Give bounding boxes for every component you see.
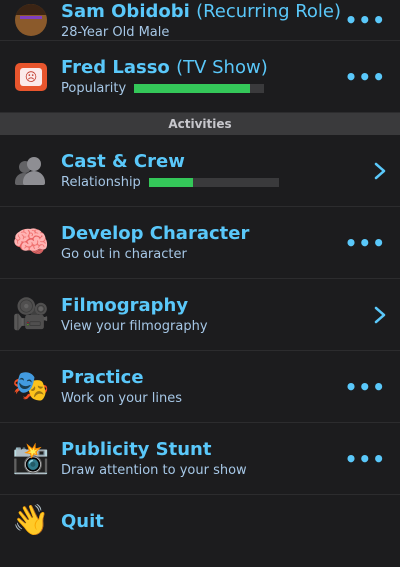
waving-hand-icon: 👋 [12, 503, 50, 538]
activity-cast-crew[interactable]: Cast & Crew Relationship [0, 135, 400, 207]
show-row[interactable]: ☹ Fred Lasso (TV Show) Popularity ••• [0, 41, 400, 113]
more-icon: ••• [344, 446, 386, 471]
silhouette-icon [12, 152, 50, 190]
more-icon: ••• [344, 8, 386, 32]
relationship-label: Relationship [61, 175, 141, 190]
character-name: Sam Obidobi [61, 0, 190, 22]
relationship-bar [148, 178, 279, 187]
more-icon: ••• [344, 374, 386, 399]
film-camera-icon: 🎥 [12, 296, 50, 332]
show-name: Fred Lasso [61, 57, 170, 78]
character-description: 28-Year Old Male [61, 24, 170, 40]
activity-filmography[interactable]: 🎥 Filmography View your filmography [0, 279, 400, 351]
popularity-bar [134, 84, 265, 93]
camera-flash-icon: 📸 [12, 440, 50, 476]
tv-icon: ☹ [12, 58, 50, 96]
activity-publicity-stunt[interactable]: 📸 Publicity Stunt Draw attention to your… [0, 423, 400, 495]
chevron-right-icon[interactable] [352, 306, 386, 324]
character-more-button[interactable]: ••• [345, 10, 386, 30]
activity-subtitle: Draw attention to your show [61, 463, 247, 478]
avatar-icon [12, 1, 50, 39]
theater-masks-icon: 🎭 [12, 368, 50, 404]
activity-subtitle: Work on your lines [61, 391, 182, 406]
popularity-fill [134, 84, 250, 93]
popularity-label: Popularity [61, 81, 127, 96]
brain-icon: 🧠 [12, 224, 50, 260]
activity-title: Quit [61, 510, 104, 532]
activity-title: Practice [61, 367, 144, 388]
character-role: (Recurring Role) [196, 0, 342, 22]
chevron-right-icon[interactable] [352, 162, 386, 180]
more-button[interactable]: ••• [345, 449, 386, 469]
section-header-activities: Activities [0, 113, 400, 135]
relationship-fill [148, 178, 193, 187]
character-row[interactable]: Sam Obidobi (Recurring Role) 28-Year Old… [0, 0, 400, 41]
show-type: (TV Show) [176, 57, 268, 78]
show-more-button[interactable]: ••• [345, 67, 386, 87]
activity-subtitle: Go out in character [61, 247, 187, 262]
more-button[interactable]: ••• [345, 233, 386, 253]
activity-develop-character[interactable]: 🧠 Develop Character Go out in character … [0, 207, 400, 279]
activity-title: Cast & Crew [61, 151, 185, 172]
more-button[interactable]: ••• [345, 377, 386, 397]
activity-quit[interactable]: 👋 Quit [0, 495, 400, 567]
activity-practice[interactable]: 🎭 Practice Work on your lines ••• [0, 351, 400, 423]
activity-title: Develop Character [61, 223, 250, 244]
more-icon: ••• [344, 230, 386, 255]
activity-subtitle: View your filmography [61, 319, 208, 334]
activity-title: Filmography [61, 295, 189, 316]
activity-title: Publicity Stunt [61, 439, 212, 460]
more-icon: ••• [344, 64, 386, 89]
